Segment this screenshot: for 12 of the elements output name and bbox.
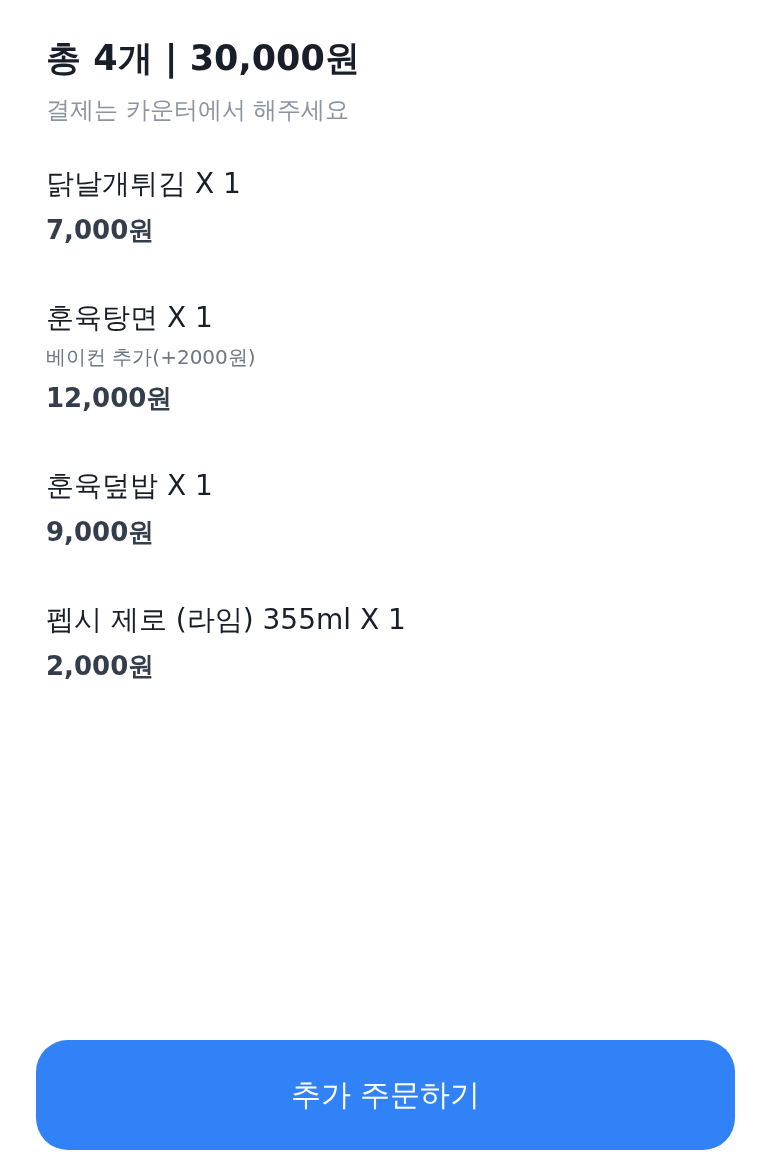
order-total-title: 총 4개 | 30,000원 <box>46 37 361 81</box>
menu-item-option: 베이컨 추가(+2000원) <box>46 342 727 372</box>
menu-item-name: 훈육탕면 X 1 <box>46 300 214 336</box>
menu-item-name: 훈육덮밥 X 1 <box>46 468 214 504</box>
menu-item-price: 9,000원 <box>46 516 156 549</box>
menu-item-price: 12,000원 <box>46 382 174 415</box>
add-order-button[interactable]: 추가 주문하기 <box>36 1040 735 1150</box>
payment-notice: 결제는 카운터에서 해주세요 <box>46 95 351 126</box>
menu-item-name: 펩시 제로 (라임) 355ml X 1 <box>46 602 407 638</box>
menu-item-price: 7,000원 <box>46 214 156 247</box>
menu-item-price: 2,000원 <box>46 650 156 683</box>
menu-item-name: 닭날개튀김 X 1 <box>46 166 242 202</box>
